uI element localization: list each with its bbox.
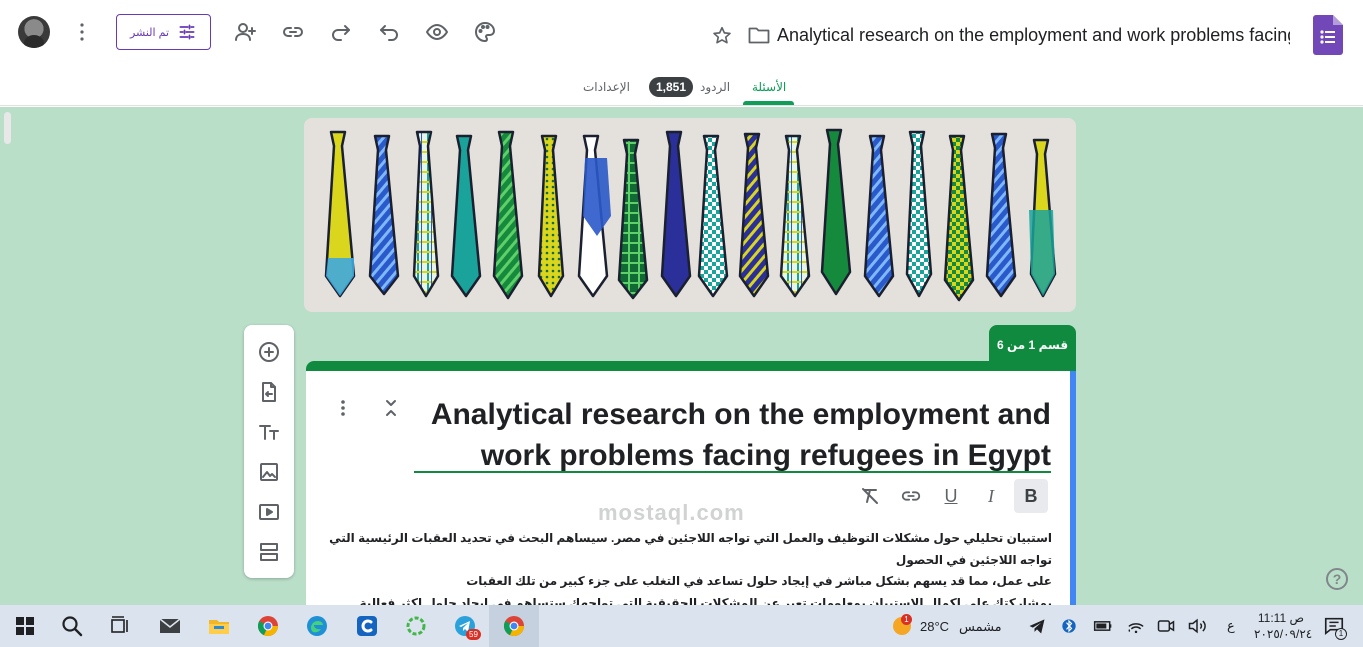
description-line: بمشاركتك علي اكمال الاستبيان بمعلومات تع…	[356, 595, 1052, 606]
wifi-icon[interactable]	[1126, 616, 1146, 636]
publish-label: تم النشر	[129, 26, 170, 39]
italic-button[interactable]: I	[974, 479, 1008, 513]
description-line: على عمل، مما قد يسهم بشكل مباشر في إيجاد…	[466, 574, 1052, 588]
google-forms-logo-icon[interactable]	[1313, 15, 1343, 55]
task-view-icon[interactable]	[108, 614, 132, 638]
import-questions-icon[interactable]	[257, 380, 281, 404]
weather-temp: 28°C	[920, 619, 950, 634]
publish-button[interactable]: تم النشر	[116, 14, 211, 50]
scrollbar[interactable]	[4, 112, 11, 144]
undo-icon[interactable]	[373, 16, 405, 48]
form-editor-canvas: قسم 1 من 6 Analytical research on the em…	[0, 107, 1363, 605]
section-card[interactable]: Analytical research on the employment an…	[306, 361, 1076, 605]
meet-now-icon[interactable]	[1156, 616, 1176, 636]
title-underline	[414, 471, 1051, 473]
section-title[interactable]: Analytical research on the employment an…	[414, 394, 1051, 476]
responses-count-badge: 1,851	[649, 77, 694, 97]
collapse-icon[interactable]	[381, 398, 401, 418]
ccleaner-icon[interactable]	[355, 614, 379, 638]
edge-icon[interactable]	[305, 614, 329, 638]
weather-text: مشمس	[959, 619, 1002, 634]
section-tag: قسم 1 من 6	[989, 325, 1076, 365]
tab-settings[interactable]: الإعدادات	[583, 80, 630, 94]
description-line: استبيان تحليلي حول مشكلات التوظيف والعمل…	[329, 531, 1052, 567]
card-accent-bar	[306, 361, 1076, 371]
tab-questions[interactable]: الأسئلة	[752, 80, 786, 94]
more-vert-icon[interactable]	[66, 16, 98, 48]
sync-app-icon[interactable]	[404, 614, 428, 638]
bold-button[interactable]: B	[1014, 479, 1048, 513]
add-image-icon[interactable]	[257, 460, 281, 484]
star-icon[interactable]	[711, 25, 733, 47]
weather-badge: 1	[901, 614, 912, 625]
add-collaborator-icon[interactable]	[229, 16, 261, 48]
insert-link-icon[interactable]	[894, 479, 928, 513]
telegram-tray-icon[interactable]	[1027, 616, 1047, 636]
ties-illustration	[324, 128, 1057, 302]
language-indicator[interactable]: ع	[1227, 618, 1235, 634]
windows-taskbar: 59 1 28°C مشمس ع 11:11 ص ٢٠٢٥/٠٩/٢٤ 1	[0, 605, 1363, 647]
file-explorer-icon[interactable]	[207, 614, 231, 638]
volume-icon[interactable]	[1187, 616, 1207, 636]
section-more-icon[interactable]	[333, 398, 353, 418]
add-video-icon[interactable]	[257, 500, 281, 524]
add-section-icon[interactable]	[257, 540, 281, 564]
palette-icon[interactable]	[469, 16, 501, 48]
tab-bar: الإعدادات 1,851 الردود الأسئلة	[0, 68, 1363, 106]
telegram-badge: 59	[466, 629, 481, 640]
avatar[interactable]	[18, 16, 50, 48]
chrome-active-icon[interactable]	[502, 614, 526, 638]
notifications-count: 1	[1335, 628, 1347, 640]
folder-icon[interactable]	[748, 26, 770, 44]
top-bar: تم النشر Analytical research on the empl…	[0, 0, 1363, 68]
windows-start-icon[interactable]	[13, 614, 37, 638]
underline-button[interactable]: U	[934, 479, 968, 513]
chrome-icon[interactable]	[256, 614, 280, 638]
clear-format-icon[interactable]	[853, 479, 887, 513]
watermark: mostaql.com	[598, 500, 745, 525]
add-title-icon[interactable]	[257, 420, 281, 444]
form-title[interactable]: Analytical research on the employment an…	[777, 25, 1290, 46]
add-question-icon[interactable]	[257, 340, 281, 364]
help-icon[interactable]: ?	[1326, 568, 1348, 590]
search-icon[interactable]	[60, 614, 84, 638]
link-icon[interactable]	[277, 16, 309, 48]
mail-icon[interactable]	[158, 614, 182, 638]
card-selected-indicator	[1070, 371, 1076, 605]
preview-eye-icon[interactable]	[421, 16, 453, 48]
active-tab-indicator	[743, 101, 794, 105]
clock-date: ٢٠٢٥/٠٩/٢٤	[1254, 627, 1313, 641]
header-image[interactable]	[304, 118, 1076, 312]
tune-icon	[179, 24, 195, 40]
floating-toolbar	[244, 325, 294, 578]
clock-time: 11:11 ص	[1257, 611, 1304, 625]
tab-responses[interactable]: الردود	[700, 80, 730, 94]
clock[interactable]: 11:11 ص ٢٠٢٥/٠٩/٢٤	[1254, 610, 1313, 642]
battery-icon[interactable]	[1093, 616, 1113, 636]
section-description[interactable]: استبيان تحليلي حول مشكلات التوظيف والعمل…	[326, 528, 1052, 605]
redo-icon[interactable]	[325, 16, 357, 48]
bluetooth-icon[interactable]	[1061, 616, 1077, 636]
